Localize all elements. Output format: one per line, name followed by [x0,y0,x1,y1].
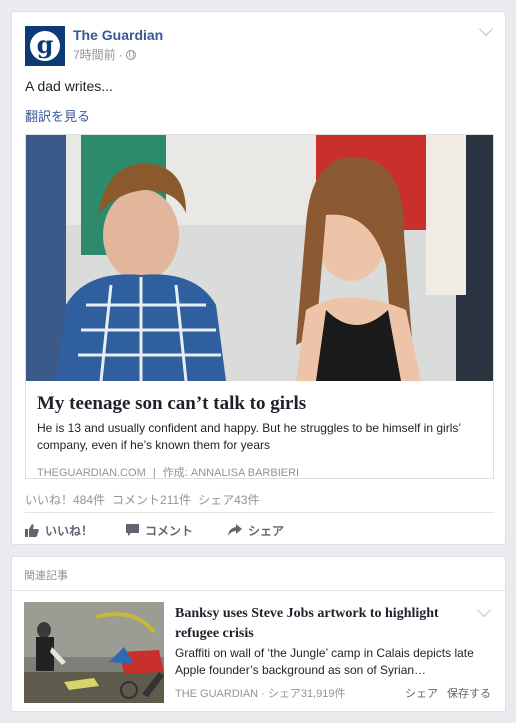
comment-button[interactable]: コメント [126,518,228,542]
share-label: シェア [248,523,285,538]
post-card: g The Guardian 7時間前 · A dad writes... 翻訳… [11,11,506,545]
related-save-button[interactable]: 保存する [447,685,491,701]
related-article-source: THE GUARDIAN · シェア31,919件 [175,688,346,700]
related-article-description: Graffiti on wall of ‘the Jungle’ camp in… [175,646,474,677]
related-thumbnail-image [24,602,164,703]
related-actions: シェア 保存する [405,685,491,701]
link-preview-body[interactable]: My teenage son can’t talk to girls He is… [26,381,493,479]
article-photo-image [26,135,493,381]
comment-label: コメント [145,523,194,538]
link-description: He is 13 and usually confident and happy… [37,421,461,452]
page-avatar[interactable]: g [25,26,65,66]
link-source-separator: | [152,467,156,479]
share-count[interactable]: シェア43件 [198,491,259,508]
link-source: theguardian.com | 作成: ANNALISA BARBIERI [37,464,482,480]
related-thumbnail[interactable] [24,602,164,703]
like-count[interactable]: いいね！484件 [25,491,105,508]
related-chevron-down-icon[interactable] [476,602,492,618]
link-title[interactable]: My teenage son can’t talk to girls [37,392,482,416]
like-label: いいね！ [45,523,94,538]
guardian-logo-icon: g [30,31,60,61]
comment-icon [126,524,139,536]
link-preview[interactable]: My teenage son can’t talk to girls He is… [25,134,494,479]
link-domain: theguardian.com [37,467,146,479]
related-divider [12,590,505,591]
share-arrow-icon [228,524,242,536]
related-article-title[interactable]: Banksy uses Steve Jobs artwork to highli… [175,604,475,644]
globe-icon [125,49,136,60]
related-header: 関連記事 [24,570,68,582]
page-name-link[interactable]: The Guardian [73,27,163,43]
stats-divider [25,512,494,513]
share-button[interactable]: シェア [228,518,284,542]
post-meta: 7時間前 · [73,46,136,63]
related-share-button[interactable]: シェア [405,685,438,701]
article-photo[interactable] [26,135,493,381]
see-translation-link[interactable]: 翻訳を見る [25,106,90,125]
post-timestamp[interactable]: 7時間前 [73,46,116,63]
like-button[interactable]: いいね！ [25,518,126,542]
meta-separator: · [118,47,123,62]
chevron-down-icon[interactable] [478,21,494,37]
post-stats: いいね！484件 コメント211件 シェア43件 [25,491,260,508]
post-actions: いいね！ コメント シェア [25,518,494,542]
thumbs-up-icon [25,523,39,537]
related-articles-card: 関連記事 Banksy uses Steve Jobs artwork to h… [11,556,506,712]
comment-count[interactable]: コメント211件 [112,491,191,508]
post-text: A dad writes... [25,78,113,94]
link-author: 作成: ANNALISA BARBIERI [162,467,300,479]
